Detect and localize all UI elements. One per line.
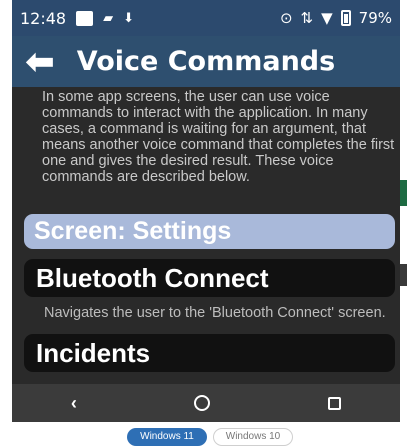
tab-windows-10[interactable]: Windows 10 bbox=[213, 428, 293, 446]
tab-windows-11[interactable]: Windows 11 bbox=[127, 428, 207, 446]
command-bluetooth-connect-description: Navigates the user to the 'Bluetooth Con… bbox=[44, 305, 386, 321]
status-icons: ⊙ ⇅ ▼ 79% bbox=[280, 9, 392, 27]
nav-recents-icon[interactable] bbox=[328, 396, 342, 410]
page-title: Voice Commands bbox=[76, 46, 336, 77]
os-tabs: Windows 11 Windows 10 bbox=[0, 426, 407, 446]
data-transfer-icon: ⇅ bbox=[300, 9, 314, 27]
voice-commands-content[interactable]: In some app screens, the user can use vo… bbox=[12, 87, 400, 384]
notification-app-icon: ▰ bbox=[103, 10, 114, 26]
command-incidents[interactable]: Incidents bbox=[24, 334, 395, 372]
battery-percent: 79% bbox=[358, 9, 392, 27]
notification-pin-icon: ⬇ bbox=[123, 10, 135, 26]
background-edge-lower bbox=[400, 264, 407, 286]
phone-screen: 12:48 ▰ ⬇ ⊙ ⇅ ▼ 79% ⬅ Voice Commands In … bbox=[12, 0, 400, 422]
system-nav-bar: ‹ bbox=[12, 384, 400, 422]
status-bar: 12:48 ▰ ⬇ ⊙ ⇅ ▼ 79% bbox=[12, 0, 400, 36]
notification-square-icon bbox=[76, 10, 94, 26]
battery-icon bbox=[340, 10, 351, 26]
status-time: 12:48 bbox=[20, 8, 67, 28]
background-edge bbox=[400, 180, 407, 206]
wifi-icon: ▼ bbox=[321, 9, 333, 27]
location-icon: ⊙ bbox=[279, 9, 293, 27]
nav-back-icon[interactable]: ‹ bbox=[71, 393, 77, 414]
section-header-settings: Screen: Settings bbox=[24, 214, 395, 249]
app-bar: ⬅ Voice Commands bbox=[12, 36, 400, 87]
back-arrow-icon[interactable]: ⬅ bbox=[12, 45, 68, 79]
intro-text: In some app screens, the user can use vo… bbox=[42, 89, 395, 185]
command-bluetooth-connect[interactable]: Bluetooth Connect bbox=[24, 259, 395, 297]
nav-home-icon[interactable] bbox=[194, 395, 211, 411]
